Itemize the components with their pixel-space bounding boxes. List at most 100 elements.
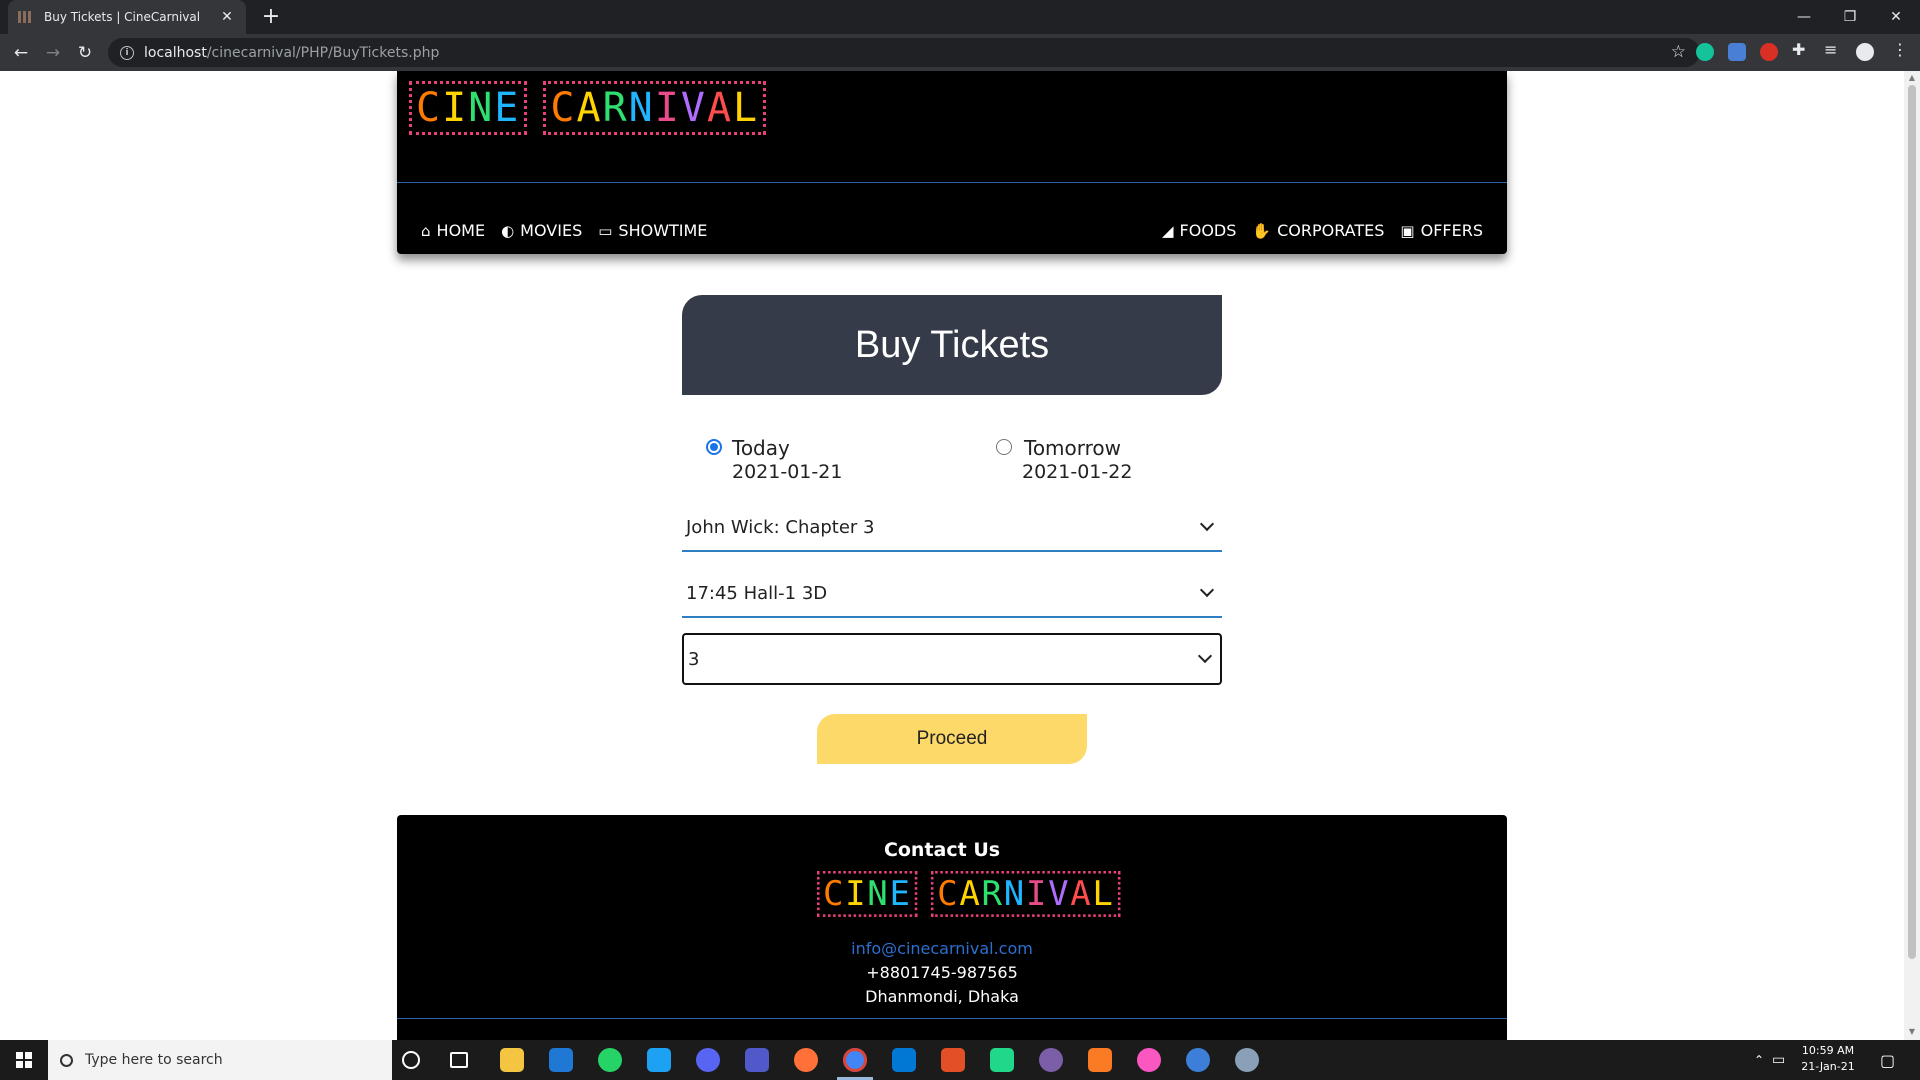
day-option-tomorrow[interactable]: Tomorrow 2021-01-22 <box>996 436 1132 484</box>
teams-icon[interactable] <box>745 1048 769 1072</box>
taskbar-search[interactable]: Type here to search <box>48 1040 392 1080</box>
browser-menu-icon[interactable]: ⋮ <box>1892 40 1910 59</box>
menu-home[interactable]: ⌂ HOME <box>421 221 485 240</box>
whatsapp-icon[interactable] <box>598 1048 622 1072</box>
tab-close-icon[interactable]: ✕ <box>218 9 236 25</box>
movie-select-value: John Wick: Chapter 3 <box>686 516 875 538</box>
task-view-icon[interactable] <box>450 1052 468 1068</box>
adblock-extension-icon[interactable] <box>1760 43 1778 61</box>
bookmark-star-icon[interactable]: ☆ <box>1671 42 1686 62</box>
chevron-down-icon <box>1199 582 1215 598</box>
vscode-icon[interactable] <box>892 1048 916 1072</box>
browser-toolbar: ← → ↻ i localhost/cinecarnival/PHP/BuyTi… <box>0 34 1920 71</box>
taskbar-search-placeholder: Type here to search <box>85 1052 223 1068</box>
menu-corporates[interactable]: ✋ CORPORATES <box>1252 221 1384 240</box>
browser-tab[interactable]: Buy Tickets | CineCarnival ✕ <box>8 0 246 34</box>
twitter-icon[interactable] <box>647 1048 671 1072</box>
utility-app-icon[interactable] <box>1235 1048 1259 1072</box>
menu-showtime-label: SHOWTIME <box>618 221 708 240</box>
menu-movies[interactable]: ◐ MOVIES <box>501 221 582 240</box>
discord-icon[interactable] <box>696 1048 720 1072</box>
menu-offers[interactable]: ▣ OFFERS <box>1400 221 1483 240</box>
home-icon: ⌂ <box>421 221 431 240</box>
day-option-today[interactable]: Today 2021-01-21 <box>706 436 842 484</box>
taskbar-clock[interactable]: 10:59 AM 21-Jan-21 <box>1792 1043 1864 1075</box>
footer-phone: +8801745-987565 <box>866 963 1018 982</box>
movie-icon: ◐ <box>501 221 515 240</box>
today-radio[interactable] <box>706 439 722 455</box>
logo-word-cine: CINE <box>817 871 918 917</box>
address-bar[interactable]: i localhost/cinecarnival/PHP/BuyTickets.… <box>108 38 1700 67</box>
cortana-icon[interactable] <box>402 1051 420 1069</box>
menu-movies-label: MOVIES <box>520 221 583 240</box>
menu-foods-label: FOODS <box>1179 221 1237 240</box>
tab-favicon-icon <box>18 9 34 25</box>
handshake-icon: ✋ <box>1252 221 1272 240</box>
tomorrow-date: 2021-01-22 <box>1022 461 1133 483</box>
site-footer: Contact Us CINE CARNIVAL info@cinecarniv… <box>397 815 1507 1040</box>
page-scrollbar[interactable]: ▲ ▼ <box>1904 71 1920 1040</box>
today-label: Today <box>732 436 790 460</box>
menu-foods[interactable]: ◢ FOODS <box>1162 221 1236 240</box>
network-icon[interactable]: ▭ <box>1772 1040 1785 1080</box>
chrome-icon[interactable] <box>843 1048 867 1072</box>
xampp-icon[interactable] <box>1088 1048 1112 1072</box>
new-tab-button[interactable]: + <box>258 5 284 31</box>
logo-letter: V <box>1048 874 1071 914</box>
footer-address: Dhanmondi, Dhaka <box>865 987 1019 1006</box>
mail-icon[interactable] <box>549 1048 573 1072</box>
close-window-button[interactable]: ✕ <box>1873 0 1919 34</box>
logo-word-carnival: CARNIVAL <box>543 81 767 135</box>
proceed-button[interactable]: Proceed <box>817 714 1087 764</box>
chevron-down-icon <box>1197 648 1213 664</box>
logo-letter: A <box>1070 874 1093 914</box>
logo-letter: N <box>468 85 495 131</box>
logo-letter: L <box>1092 874 1115 914</box>
forward-button[interactable]: → <box>40 40 66 66</box>
scroll-thumb[interactable] <box>1908 85 1916 959</box>
browser-tab-bar: Buy Tickets | CineCarnival ✕ + — ❐ ✕ <box>0 0 1920 34</box>
tomorrow-radio[interactable] <box>996 439 1012 455</box>
logo-letter: R <box>602 85 629 131</box>
logo-letter: A <box>959 874 982 914</box>
footer-email-link[interactable]: info@cinecarnival.com <box>397 939 1487 958</box>
site-info-icon[interactable]: i <box>120 45 134 60</box>
showtime-select[interactable]: 17:45 Hall-1 3D <box>682 570 1222 618</box>
file-explorer-icon[interactable] <box>500 1048 524 1072</box>
url-path: /cinecarnival/PHP/BuyTickets.php <box>206 44 440 61</box>
start-button[interactable] <box>0 1040 48 1080</box>
notifications-icon[interactable]: ▢ <box>1880 1040 1895 1080</box>
podcast-app-icon[interactable] <box>1039 1048 1063 1072</box>
header-divider <box>397 182 1507 183</box>
menu-showtime[interactable]: ▭ SHOWTIME <box>598 221 707 240</box>
ticket-count-select[interactable]: 3 <box>682 633 1222 685</box>
extensions-puzzle-icon[interactable]: ✚ <box>1792 40 1810 59</box>
site-logo[interactable]: CINE CARNIVAL <box>409 81 767 135</box>
tray-chevron-icon[interactable]: ⌃ <box>1754 1040 1764 1080</box>
windows-taskbar: Type here to search ⌃ ▭ 10:59 AM 21-Jan-… <box>0 1040 1920 1080</box>
scroll-down-icon[interactable]: ▼ <box>1908 1027 1916 1036</box>
itunes-icon[interactable] <box>1137 1048 1161 1072</box>
menu-corporates-label: CORPORATES <box>1277 221 1385 240</box>
chevron-down-icon <box>1199 516 1215 532</box>
menu-home-label: HOME <box>436 221 486 240</box>
translate-extension-icon[interactable] <box>1728 43 1746 61</box>
restore-button[interactable]: ❐ <box>1827 0 1873 34</box>
colorful-app-icon[interactable] <box>941 1048 965 1072</box>
reading-list-icon[interactable]: ≡ <box>1824 40 1842 59</box>
reload-button[interactable]: ↻ <box>72 40 98 66</box>
qbittorrent-icon[interactable] <box>1186 1048 1210 1072</box>
back-button[interactable]: ← <box>8 40 34 66</box>
pycharm-icon[interactable] <box>990 1048 1014 1072</box>
tomorrow-label: Tomorrow <box>1024 436 1122 460</box>
clock-time: 10:59 AM <box>1801 1044 1855 1057</box>
minimize-button[interactable]: — <box>1781 0 1827 34</box>
profile-avatar-icon[interactable] <box>1856 43 1874 61</box>
logo-letter: N <box>1003 874 1026 914</box>
today-date: 2021-01-21 <box>732 461 843 483</box>
footer-divider <box>397 1018 1507 1019</box>
movie-select[interactable]: John Wick: Chapter 3 <box>682 504 1222 552</box>
firefox-icon[interactable] <box>794 1048 818 1072</box>
scroll-up-icon[interactable]: ▲ <box>1908 73 1916 82</box>
grammarly-extension-icon[interactable] <box>1696 43 1714 61</box>
